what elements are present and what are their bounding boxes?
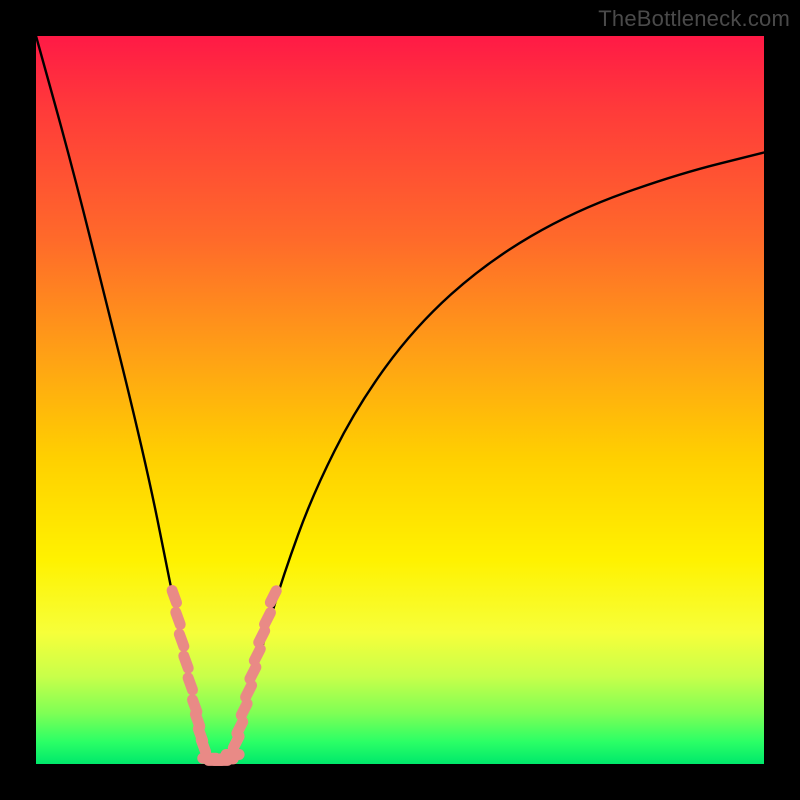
bottleneck-curve: [36, 36, 764, 764]
watermark-text: TheBottleneck.com: [598, 6, 790, 32]
plot-area: [36, 36, 764, 764]
right-highlight-band: [226, 583, 284, 755]
chart-svg: [36, 36, 764, 764]
left-highlight-band: [165, 583, 213, 759]
chart-frame: TheBottleneck.com: [0, 0, 800, 800]
